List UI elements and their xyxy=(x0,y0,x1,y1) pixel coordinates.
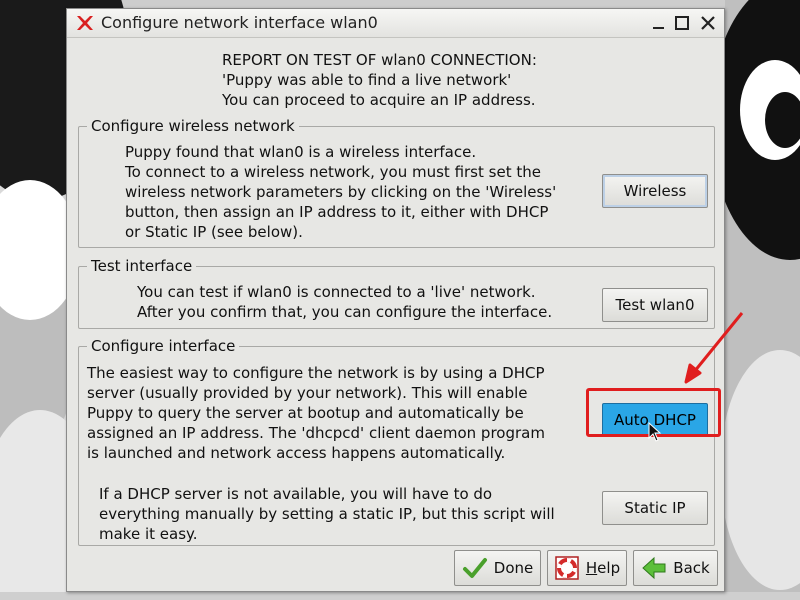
wireless-line: To connect to a wireless network, you mu… xyxy=(125,163,541,181)
configure-frame: Configure interface The easiest way to c… xyxy=(78,336,715,546)
lifebuoy-icon xyxy=(555,556,579,580)
dhcp-line: Puppy to query the server at bootup and … xyxy=(87,404,524,422)
report-line: 'Puppy was able to find a live network' xyxy=(222,71,512,89)
dhcp-line: is launched and network access happens a… xyxy=(87,444,506,462)
help-label: Help xyxy=(586,559,620,577)
titlebar[interactable]: Configure network interface wlan0 xyxy=(67,9,724,38)
report-line: REPORT ON TEST OF wlan0 CONNECTION: xyxy=(222,51,537,69)
help-mnemonic: H xyxy=(585,559,598,577)
dhcp-line: The easiest way to configure the network… xyxy=(87,364,545,382)
network-config-dialog: Configure network interface wlan0 REPORT… xyxy=(66,8,725,592)
puppy-x-icon xyxy=(77,16,93,30)
test-description: You can test if wlan0 is connected to a … xyxy=(137,282,552,322)
static-line: make it easy. xyxy=(99,525,198,543)
static-description: If a DHCP server is not available, you w… xyxy=(99,484,555,544)
help-label-rest: elp xyxy=(597,559,621,577)
static-line: If a DHCP server is not available, you w… xyxy=(99,485,493,503)
test-frame-label: Test interface xyxy=(87,256,197,276)
test-wlan0-button[interactable]: Test wlan0 xyxy=(602,288,708,322)
wireless-line: button, then assign an IP address to it,… xyxy=(125,203,549,221)
wireless-line: Puppy found that wlan0 is a wireless int… xyxy=(125,143,477,161)
mouse-cursor-icon xyxy=(648,422,662,442)
done-button[interactable]: Done xyxy=(454,550,541,586)
maximize-icon[interactable] xyxy=(673,14,691,32)
done-label: Done xyxy=(493,559,534,577)
checkmark-icon xyxy=(462,558,487,578)
test-line: After you confirm that, you can configur… xyxy=(137,303,553,321)
static-ip-button[interactable]: Static IP xyxy=(602,491,708,525)
dhcp-line: assigned an IP address. The 'dhcpcd' cli… xyxy=(87,424,545,442)
dhcp-description: The easiest way to configure the network… xyxy=(87,363,545,463)
minimize-icon[interactable] xyxy=(650,14,668,32)
wireless-line: or Static IP (see below). xyxy=(125,223,303,241)
wireless-button[interactable]: Wireless xyxy=(602,174,708,208)
static-line: everything manually by setting a static … xyxy=(99,505,555,523)
wireless-frame-label: Configure wireless network xyxy=(87,116,299,136)
window-title: Configure network interface wlan0 xyxy=(101,13,378,32)
test-line: You can test if wlan0 is connected to a … xyxy=(137,283,536,301)
back-arrow-icon xyxy=(642,556,666,580)
help-button[interactable]: Help xyxy=(547,550,627,586)
test-report: REPORT ON TEST OF wlan0 CONNECTION: 'Pup… xyxy=(222,50,537,110)
wireless-description: Puppy found that wlan0 is a wireless int… xyxy=(125,142,556,242)
wireless-line: wireless network parameters by clicking … xyxy=(125,183,557,201)
wireless-frame: Configure wireless network Puppy found t… xyxy=(78,116,715,248)
report-line: You can proceed to acquire an IP address… xyxy=(222,91,536,109)
back-label: Back xyxy=(673,559,710,577)
configure-frame-label: Configure interface xyxy=(87,336,240,356)
test-frame: Test interface You can test if wlan0 is … xyxy=(78,256,715,329)
close-icon[interactable] xyxy=(699,14,717,32)
back-button[interactable]: Back xyxy=(633,550,718,586)
dhcp-line: server (usually provided by your network… xyxy=(87,384,528,402)
